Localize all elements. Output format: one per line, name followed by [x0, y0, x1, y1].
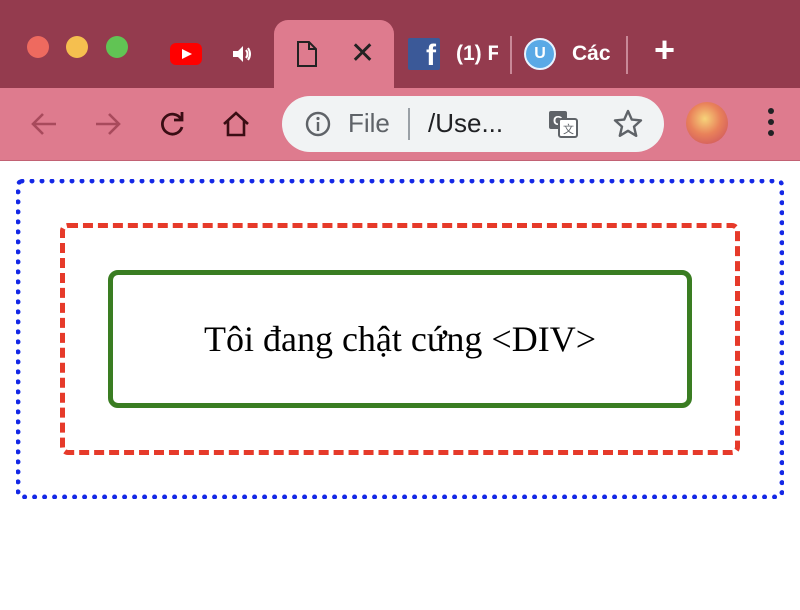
scheme-label: File: [348, 108, 390, 138]
tab-site[interactable]: U Các: [524, 20, 612, 88]
back-arrow-icon: [31, 113, 56, 135]
window-minimize-button[interactable]: [66, 36, 88, 58]
svg-text:文: 文: [563, 122, 574, 136]
home-button[interactable]: [214, 102, 258, 146]
youtube-icon: [170, 43, 202, 65]
tab-strip: ✕ f (1) F U Các +: [0, 0, 800, 88]
tab-youtube[interactable]: [170, 20, 202, 88]
tab-title: Các: [572, 42, 611, 65]
facebook-icon: f: [408, 38, 440, 70]
tab-audio[interactable]: [230, 20, 254, 88]
tab-active-file[interactable]: ✕: [274, 20, 394, 88]
profile-avatar[interactable]: [686, 102, 728, 144]
info-icon[interactable]: [304, 110, 332, 138]
tab-title: (1) F: [456, 42, 498, 65]
translate-icon[interactable]: G 文: [548, 110, 578, 138]
url-text[interactable]: /Use...: [428, 108, 503, 139]
dot-icon: [768, 119, 774, 125]
inner-div-solid-green: Tôi đang chật cứng <DIV>: [108, 270, 692, 408]
address-bar[interactable]: File /Use... G 文: [282, 96, 664, 152]
reload-icon: [161, 112, 184, 136]
window-close-button[interactable]: [27, 36, 49, 58]
reload-button[interactable]: [150, 102, 194, 146]
tab-divider: [510, 36, 512, 74]
tab-close-icon[interactable]: ✕: [350, 39, 375, 69]
site-icon: U: [524, 38, 556, 70]
omnibox-divider: [408, 108, 410, 140]
inner-div-text: Tôi đang chật cứng <DIV>: [203, 319, 596, 359]
tab-facebook[interactable]: f (1) F: [408, 20, 498, 88]
window-maximize-button[interactable]: [106, 36, 128, 58]
document-icon: [297, 41, 317, 67]
new-tab-button[interactable]: +: [654, 32, 675, 68]
forward-button[interactable]: [86, 102, 130, 146]
bookmark-star-icon[interactable]: [612, 108, 644, 140]
tab-divider: [626, 36, 628, 74]
back-button[interactable]: [22, 102, 66, 146]
home-icon: [223, 111, 249, 137]
speaker-icon: [233, 46, 251, 62]
dot-icon: [768, 108, 774, 114]
forward-arrow-icon: [96, 113, 121, 135]
browser-menu-button[interactable]: [766, 108, 776, 141]
dot-icon: [768, 130, 774, 136]
